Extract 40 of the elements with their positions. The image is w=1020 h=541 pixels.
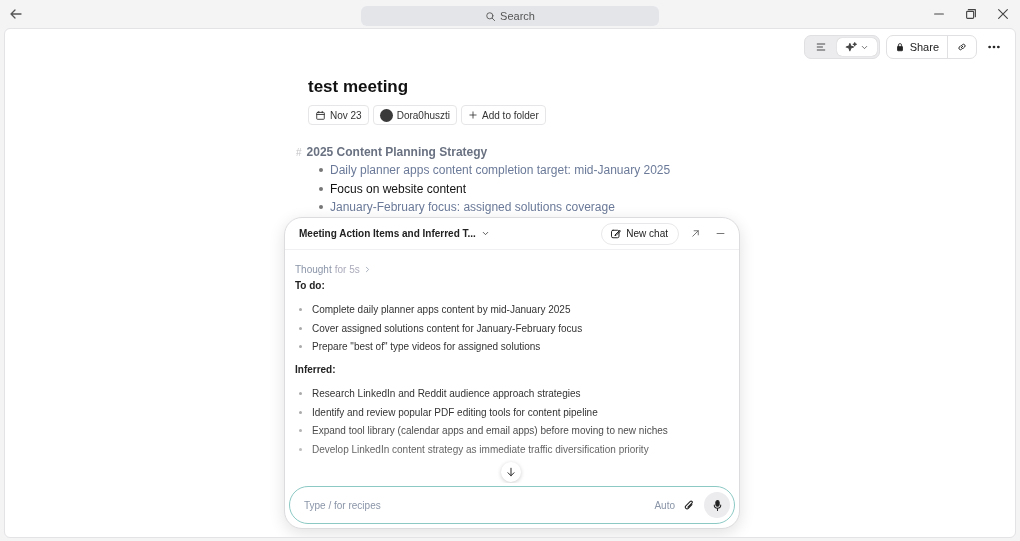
link-icon	[956, 41, 968, 53]
date-chip[interactable]: Nov 23	[308, 105, 369, 125]
lines-icon	[814, 41, 827, 53]
lock-icon	[894, 42, 905, 52]
ai-view-button[interactable]	[836, 38, 877, 56]
chat-title-dropdown[interactable]: Meeting Action Items and Inferred T...	[299, 228, 490, 239]
edit-icon	[610, 227, 623, 240]
calendar-icon	[315, 109, 326, 121]
list-item: Identify and review popular PDF editing tools for content pipeline	[299, 402, 729, 422]
list-item: Expand tool library (calendar apps and email apps) before moving to new niches	[299, 421, 729, 441]
list-item: Research LinkedIn and Reddit audience approach strategies	[299, 384, 729, 403]
paperclip-icon	[683, 498, 696, 512]
section-heading: To do:	[295, 280, 326, 291]
bullet-item: January-February focus: assigned solutions coverage	[319, 198, 1015, 217]
restore-icon	[964, 7, 978, 21]
new-chat-button[interactable]: New chat	[601, 222, 679, 245]
down-arrow-icon	[505, 466, 517, 478]
list-item: Prepare "best of" type videos for assigned solutions	[299, 337, 729, 357]
bullet-item: Daily planner apps content completion target: mid-January 2025	[319, 161, 1015, 180]
author-chip[interactable]: Dora0huszti	[372, 105, 458, 125]
heading-mark: #	[296, 146, 302, 158]
note-title: test meeting	[308, 77, 410, 97]
plus-icon	[468, 110, 479, 120]
attach-button[interactable]	[683, 498, 696, 512]
list-item: Cover assigned solutions content for January-February focus	[299, 318, 729, 338]
list-item: Complete daily planner apps content by mid-January 2025	[299, 300, 729, 319]
bullet-item: Focus on website content	[319, 179, 1015, 198]
list-item: Develop LinkedIn content strategy as immediate traffic diversification priority	[299, 440, 729, 459]
chevron-down-icon	[480, 229, 490, 238]
section-heading: 2025 Content Planning Strategy	[306, 145, 488, 159]
scroll-down-button[interactable]	[501, 462, 521, 482]
diagonal-arrow-icon	[690, 228, 701, 239]
microphone-button[interactable]	[704, 492, 730, 518]
sparkle-icon	[844, 40, 858, 54]
avatar-icon	[379, 108, 393, 122]
search-icon	[485, 10, 497, 22]
add-to-folder-button[interactable]: Add to folder	[461, 105, 546, 125]
close-icon	[996, 7, 1010, 21]
section-heading: Inferred:	[295, 364, 337, 376]
search-field[interactable]: Search	[361, 6, 659, 26]
